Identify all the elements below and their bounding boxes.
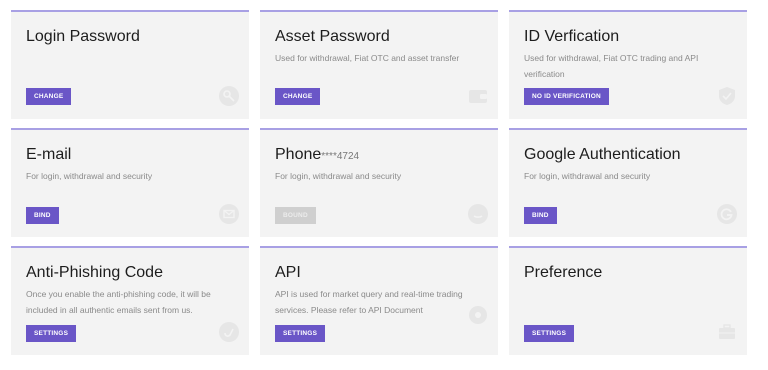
gear-icon	[469, 306, 487, 324]
change-asset-password-button[interactable]: CHANGE	[275, 88, 321, 105]
card-title: Asset Password	[275, 28, 390, 45]
card-api: API API is used for market query and rea…	[260, 246, 498, 355]
card-email: E-mail For login, withdrawal and securit…	[11, 128, 249, 237]
card-description: For login, withdrawal and security	[26, 171, 153, 181]
phone-icon	[468, 204, 488, 224]
wallet-icon	[469, 90, 487, 103]
card-title: ID Verfication	[524, 28, 620, 45]
card-google-authentication: Google Authentication For login, withdra…	[509, 128, 747, 237]
card-title: Preference	[524, 264, 603, 281]
card-description: Used for withdrawal, Fiat OTC trading an…	[524, 53, 699, 79]
card-description: Once you enable the anti-phishing code, …	[26, 289, 211, 315]
anti-phishing-settings-button[interactable]: SETTINGS	[26, 325, 77, 342]
masked-phone-number: ****4724	[321, 151, 360, 162]
envelope-icon	[219, 204, 239, 224]
card-title: Login Password	[26, 28, 140, 45]
card-title: API	[275, 264, 301, 281]
card-description: For login, withdrawal and security	[524, 171, 651, 181]
card-description: Used for withdrawal, Fiat OTC and asset …	[275, 53, 460, 63]
change-login-password-button[interactable]: CHANGE	[26, 88, 72, 105]
card-title: E-mail	[26, 146, 72, 163]
card-asset-password: Asset Password Used for withdrawal, Fiat…	[260, 10, 498, 119]
id-verification-button[interactable]: NO ID VERIFICATION	[524, 88, 609, 105]
api-settings-button[interactable]: SETTINGS	[275, 325, 326, 342]
google-icon	[717, 204, 737, 224]
shield-check-icon	[719, 87, 735, 105]
card-description: For login, withdrawal and security	[275, 171, 402, 181]
card-preference: Preference SETTINGS	[509, 246, 747, 355]
card-description: API is used for market query and real-ti…	[275, 289, 463, 315]
bind-google-auth-button[interactable]: BIND	[524, 207, 557, 224]
hook-icon	[219, 322, 239, 342]
card-title: Anti-Phishing Code	[26, 264, 163, 281]
preference-settings-button[interactable]: SETTINGS	[524, 325, 575, 342]
bind-email-button[interactable]: BIND	[26, 207, 59, 224]
phone-title-label: Phone	[275, 146, 322, 163]
phone-bound-button: BOUND	[275, 207, 316, 224]
card-title: Phone****4724	[275, 146, 359, 164]
card-title: Google Authentication	[524, 146, 681, 163]
card-login-password: Login Password CHANGE	[11, 10, 249, 119]
key-icon	[219, 86, 239, 106]
card-anti-phishing-code: Anti-Phishing Code Once you enable the a…	[11, 246, 249, 355]
card-phone: Phone****4724 For login, withdrawal and …	[260, 128, 498, 237]
card-id-verification: ID Verfication Used for withdrawal, Fiat…	[509, 10, 747, 119]
briefcase-icon	[719, 324, 735, 339]
